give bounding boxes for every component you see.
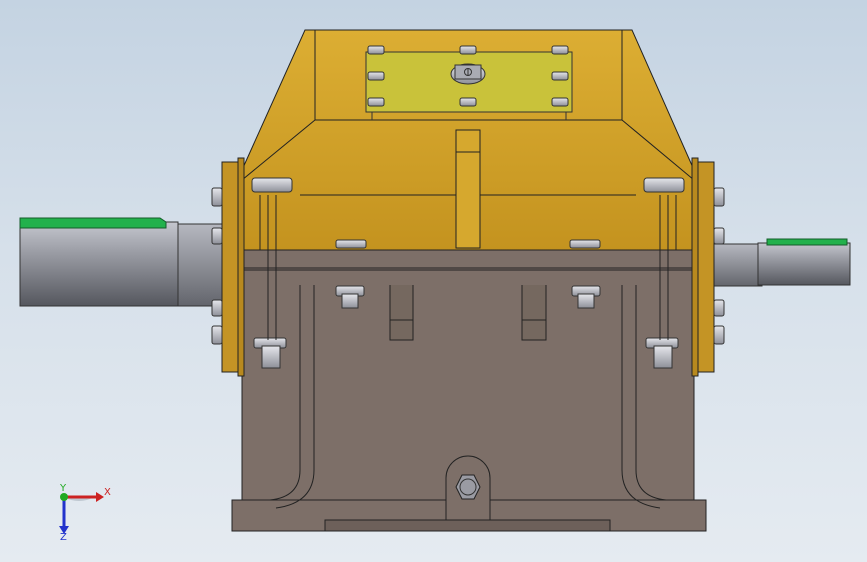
z-axis-label: Z [60,532,67,543]
output-shaft-key [766,238,848,246]
gearbox-model[interactable] [0,0,867,562]
y-axis-label: Y [60,483,67,494]
lower-housing[interactable] [231,264,707,532]
y-axis-dot [60,493,68,501]
x-axis-arrowhead [96,492,104,502]
input-shaft[interactable] [19,217,224,307]
output-shaft[interactable] [711,238,851,287]
input-shaft-key [19,217,167,229]
inspection-cover[interactable] [365,51,573,120]
graphics-viewport[interactable]: X Y Z [0,0,867,562]
x-axis-label: X [104,487,111,498]
axis-triad [59,492,104,534]
